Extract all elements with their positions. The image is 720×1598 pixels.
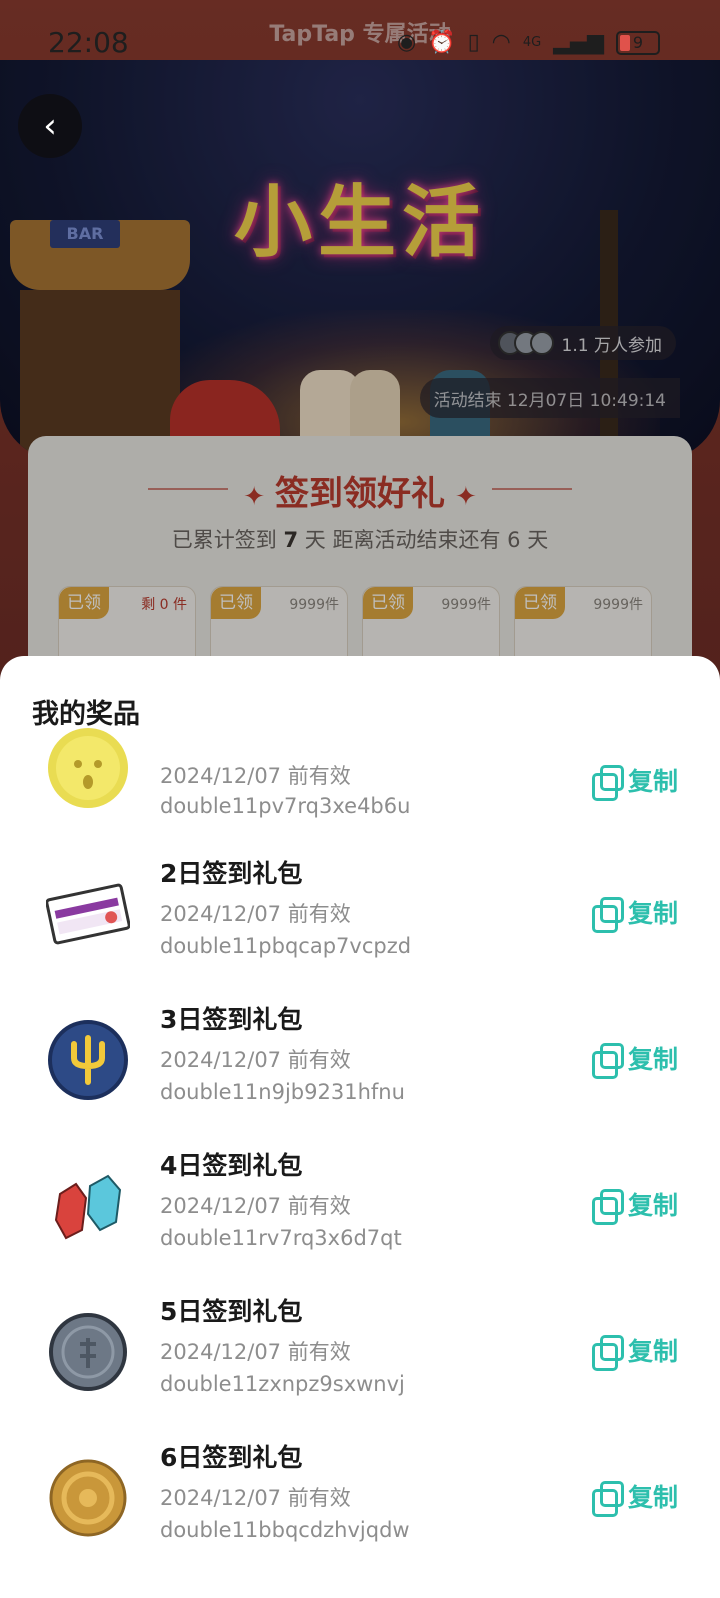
chevron-left-icon: ‹: [43, 106, 57, 146]
voucher-ticket-icon: [46, 883, 130, 945]
prize-item: 6日签到礼包 2024/12/07 前有效 double11bbqcdzhvjq…: [0, 1426, 720, 1572]
prize-code: double11n9jb9231hfnu: [160, 1080, 405, 1104]
trident-badge-icon: [48, 1020, 128, 1100]
vibrate-icon: ▯: [467, 30, 480, 55]
copy-button[interactable]: 复制: [591, 1332, 678, 1371]
prize-code: double11zxnpz9sxwnvj: [160, 1372, 405, 1396]
network-type: 4G: [522, 35, 542, 50]
copy-icon: [591, 765, 624, 801]
prize-name: 2日签到礼包: [160, 859, 303, 888]
back-button[interactable]: ‹: [18, 94, 82, 158]
prize-item: 3日签到礼包 2024/12/07 前有效 double11n9jb9231hf…: [0, 988, 720, 1134]
eye-icon: ◉: [396, 30, 417, 55]
copy-button[interactable]: 复制: [591, 1478, 678, 1517]
copy-icon: [591, 1043, 624, 1079]
my-prizes-sheet: 我的奖品 2024/12/07 前有效 double11pv7rq3xe4b6u…: [0, 656, 720, 1598]
copy-button[interactable]: 复制: [591, 1040, 678, 1079]
prize-expiry: 2024/12/07 前有效: [160, 1340, 351, 1364]
prize-expiry: 2024/12/07 前有效: [160, 902, 351, 926]
signal-icon: ▂▄▆: [553, 30, 604, 55]
prize-list[interactable]: 2024/12/07 前有效 double11pv7rq3xe4b6u 复制 2…: [0, 728, 720, 1572]
prize-expiry: 2024/12/07 前有效: [160, 1194, 351, 1218]
battery-icon: 9: [616, 30, 660, 55]
alarm-icon: ⏰: [428, 30, 456, 55]
prize-code: double11bbqcdzhvjqdw: [160, 1518, 410, 1542]
hotspot-icon: ◠: [491, 30, 511, 55]
prize-expiry: 2024/12/07 前有效: [160, 1048, 351, 1072]
prize-item: 4日签到礼包 2024/12/07 前有效 double11rv7rq3x6d7…: [0, 1134, 720, 1280]
prize-name: 4日签到礼包: [160, 1151, 303, 1180]
prize-code: double11pv7rq3xe4b6u: [160, 794, 411, 818]
prize-item: 2日签到礼包 2024/12/07 前有效 double11pbqcap7vcp…: [0, 842, 720, 988]
copy-icon: [591, 1335, 624, 1371]
prize-expiry: 2024/12/07 前有效: [160, 1486, 351, 1510]
modal-dim-overlay[interactable]: [0, 0, 720, 700]
status-time: 22:08: [48, 26, 129, 59]
prize-item: 2024/12/07 前有效 double11pv7rq3xe4b6u 复制: [0, 728, 720, 842]
prize-item: 5日签到礼包 2024/12/07 前有效 double11zxnpz9sxwn…: [0, 1280, 720, 1426]
copy-icon: [591, 897, 624, 933]
crystals-icon: [54, 1174, 122, 1240]
yellow-face-coin-icon: [48, 728, 128, 808]
prize-code: double11pbqcap7vcpzd: [160, 934, 412, 958]
copy-button[interactable]: 复制: [591, 762, 678, 801]
copy-button[interactable]: 复制: [591, 1186, 678, 1225]
prize-name: 3日签到礼包: [160, 1005, 303, 1034]
gold-coin-icon: [49, 1459, 127, 1537]
prize-code: double11rv7rq3x6d7qt: [160, 1226, 402, 1250]
prize-expiry: 2024/12/07 前有效: [160, 764, 351, 788]
activity-page-background: BAR 小生活 TapTap 专属活动 1.1 万人参加 活动结束 12月07日…: [0, 0, 720, 700]
copy-icon: [591, 1481, 624, 1517]
status-icons: ◉ ⏰ ▯ ◠ 4G ▂▄▆ 9: [397, 30, 660, 55]
copy-icon: [591, 1189, 624, 1225]
prize-name: 6日签到礼包: [160, 1443, 303, 1472]
silver-coin-icon: [49, 1313, 127, 1391]
prize-name: 5日签到礼包: [160, 1297, 303, 1326]
copy-button[interactable]: 复制: [591, 894, 678, 933]
status-bar: 22:08 ◉ ⏰ ▯ ◠ 4G ▂▄▆ 9: [0, 0, 720, 86]
